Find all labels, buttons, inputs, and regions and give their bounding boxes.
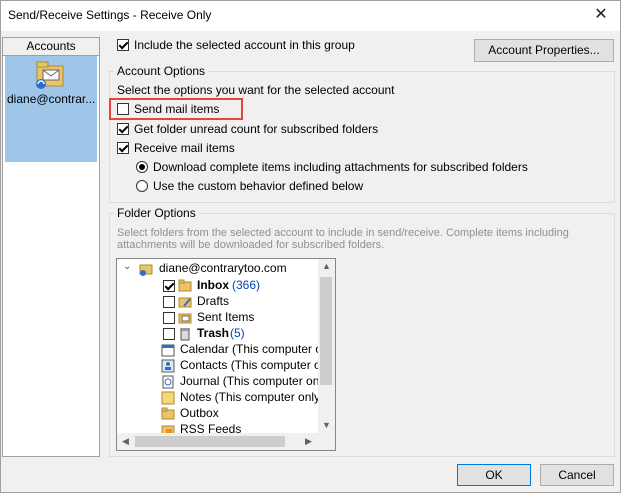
accounts-header: Accounts bbox=[3, 38, 99, 56]
sent-folder-icon bbox=[178, 313, 192, 324]
horizontal-scroll-thumb[interactable] bbox=[135, 436, 285, 447]
notes-label: Notes (This computer only) bbox=[180, 390, 325, 404]
tree-horizontal-scrollbar[interactable]: ◀ ▶ bbox=[117, 433, 318, 450]
window-title: Send/Receive Settings - Receive Only bbox=[8, 8, 212, 22]
ok-button[interactable]: OK bbox=[457, 464, 531, 486]
drafts-folder-icon bbox=[178, 297, 192, 308]
notes-icon bbox=[161, 391, 175, 405]
inbox-count: (366) bbox=[232, 278, 261, 292]
send-mail-label: Send mail items bbox=[134, 102, 220, 116]
calendar-label: Calendar (This computer on bbox=[180, 342, 329, 356]
sent-checkbox[interactable] bbox=[163, 312, 175, 324]
scroll-down-arrow-icon[interactable]: ▼ bbox=[322, 420, 331, 430]
account-options-description: Select the options you want for the sele… bbox=[117, 83, 395, 97]
inbox-label: Inbox bbox=[197, 278, 229, 292]
folder-tree[interactable]: ⌄ diane@contrarytoo.com Inbox (366) Draf… bbox=[116, 258, 336, 451]
inbox-checkbox[interactable] bbox=[163, 280, 175, 292]
scroll-right-arrow-icon[interactable]: ▶ bbox=[305, 436, 312, 447]
receive-mail-label: Receive mail items bbox=[134, 141, 235, 155]
scroll-up-arrow-icon[interactable]: ▲ bbox=[322, 261, 331, 271]
vertical-scroll-thumb[interactable] bbox=[320, 277, 332, 385]
folder-options-description-2: attachments will be downloaded for subsc… bbox=[117, 239, 385, 251]
receive-mail-checkbox[interactable] bbox=[117, 142, 129, 154]
account-properties-button[interactable]: Account Properties... bbox=[474, 39, 614, 62]
folder-unread-checkbox[interactable] bbox=[117, 123, 129, 135]
custom-behavior-radio[interactable] bbox=[136, 180, 148, 192]
account-icon bbox=[139, 264, 153, 276]
outbox-folder-icon bbox=[161, 407, 175, 420]
account-options-title: Account Options bbox=[114, 64, 209, 78]
contacts-icon bbox=[161, 359, 175, 373]
cancel-button[interactable]: Cancel bbox=[540, 464, 614, 486]
send-receive-settings-dialog: Send/Receive Settings - Receive Only ✕ A… bbox=[0, 0, 621, 493]
include-account-label: Include the selected account in this gro… bbox=[134, 38, 355, 52]
tree-root-label: diane@contrarytoo.com bbox=[159, 261, 287, 275]
title-bar: Send/Receive Settings - Receive Only ✕ bbox=[1, 1, 620, 31]
calendar-icon bbox=[161, 344, 175, 357]
trash-checkbox[interactable] bbox=[163, 328, 175, 340]
journal-label: Journal (This computer only) bbox=[180, 374, 333, 388]
sent-label: Sent Items bbox=[197, 310, 255, 324]
inbox-folder-icon bbox=[178, 279, 192, 292]
scrollbar-corner bbox=[318, 433, 335, 450]
account-folder-icon bbox=[36, 61, 64, 89]
folder-options-description-1: Select folders from the selected account… bbox=[117, 227, 569, 239]
account-label: diane@contrar... bbox=[7, 92, 96, 106]
send-mail-checkbox[interactable] bbox=[117, 103, 129, 115]
outbox-label: Outbox bbox=[180, 406, 219, 420]
scroll-left-arrow-icon[interactable]: ◀ bbox=[122, 436, 129, 447]
include-account-checkbox[interactable] bbox=[117, 39, 129, 51]
accounts-panel: Accounts diane@contrar... bbox=[2, 37, 100, 457]
drafts-label: Drafts bbox=[197, 294, 230, 308]
trash-count: (5) bbox=[230, 326, 245, 340]
journal-icon bbox=[162, 375, 174, 389]
account-item-diane[interactable]: diane@contrar... bbox=[5, 56, 97, 162]
close-icon[interactable]: ✕ bbox=[586, 3, 616, 27]
contacts-label: Contacts (This computer onl bbox=[180, 358, 331, 372]
folder-options-title: Folder Options bbox=[114, 206, 199, 220]
trash-label: Trash bbox=[197, 326, 230, 340]
download-complete-radio[interactable] bbox=[136, 161, 148, 173]
folder-unread-label: Get folder unread count for subscribed f… bbox=[134, 122, 379, 136]
custom-behavior-label: Use the custom behavior defined below bbox=[153, 179, 364, 193]
download-complete-label: Download complete items including attach… bbox=[153, 160, 528, 174]
tree-vertical-scrollbar[interactable]: ▲ ▼ bbox=[318, 259, 335, 433]
trash-icon bbox=[180, 328, 190, 341]
chevron-down-icon[interactable]: ⌄ bbox=[123, 261, 131, 272]
drafts-checkbox[interactable] bbox=[163, 296, 175, 308]
